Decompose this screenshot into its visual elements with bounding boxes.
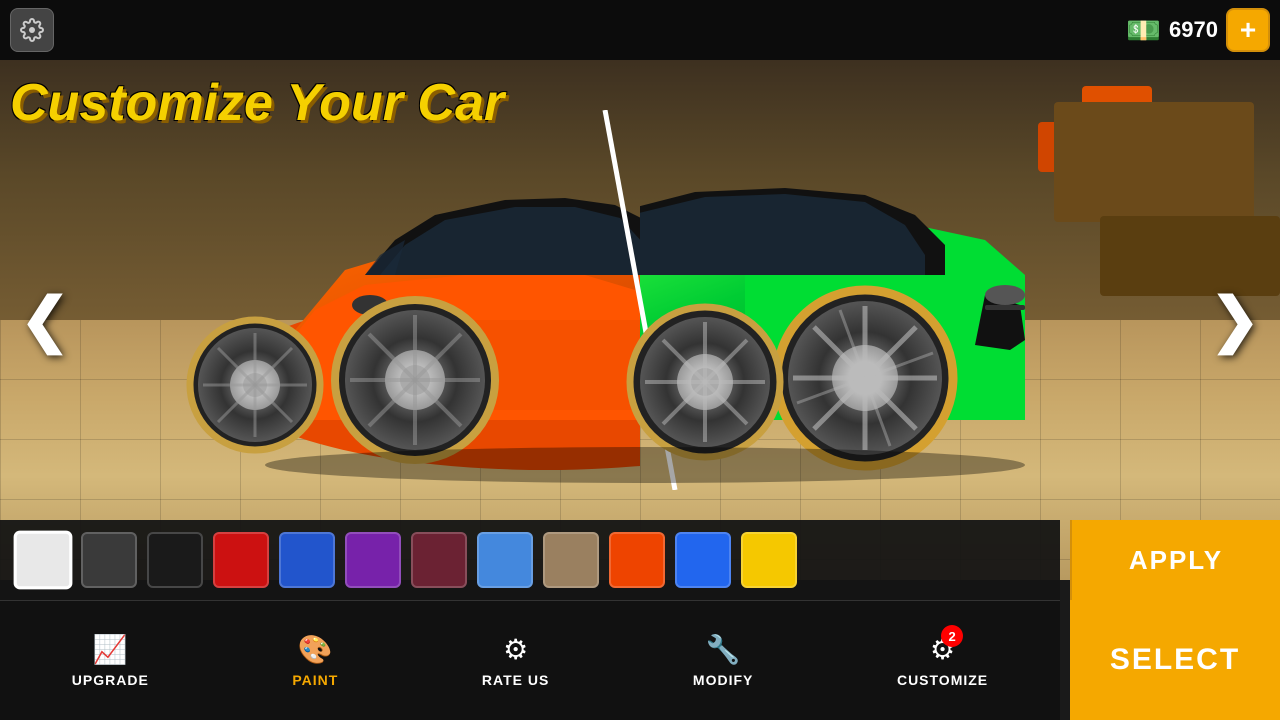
- wheel-right-rear: [630, 307, 780, 457]
- color-swatch-blue[interactable]: [279, 532, 335, 588]
- color-swatch-tan[interactable]: [543, 532, 599, 588]
- color-swatch-cobalt[interactable]: [675, 532, 731, 588]
- next-car-button[interactable]: ❯: [1200, 285, 1270, 355]
- color-swatch-purple[interactable]: [345, 532, 401, 588]
- nav-item-modify[interactable]: 🔧 MODIFY: [678, 623, 768, 698]
- paint-icon: 🎨: [298, 634, 333, 665]
- nav-item-customize[interactable]: ⚙2 CUSTOMIZE: [882, 623, 1003, 698]
- color-swatch-orange[interactable]: [609, 532, 665, 588]
- wheel-right-front: [777, 290, 953, 466]
- nav-icon-wrap-rate-us: ⚙: [503, 633, 528, 666]
- color-swatch-dark-gray[interactable]: [81, 532, 137, 588]
- color-swatch-yellow[interactable]: [741, 532, 797, 588]
- nav-icon-wrap-modify: 🔧: [706, 633, 741, 666]
- garage-table: [1100, 216, 1280, 296]
- prev-car-button[interactable]: ❮: [10, 285, 80, 355]
- left-chevron-icon: ❮: [20, 290, 70, 350]
- color-swatch-light-blue[interactable]: [477, 532, 533, 588]
- right-chevron-icon: ❯: [1210, 290, 1260, 350]
- wheel-left-front: [335, 300, 495, 460]
- modify-icon: 🔧: [706, 634, 741, 665]
- apply-label: APPLY: [1129, 545, 1223, 576]
- nav-label-modify: MODIFY: [693, 672, 753, 688]
- badge-customize: 2: [941, 625, 963, 647]
- car-visualization: [165, 110, 1115, 490]
- select-button[interactable]: SELECT: [1070, 600, 1280, 720]
- gear-icon: [20, 18, 44, 42]
- nav-icon-wrap-paint: 🎨: [298, 633, 333, 666]
- page-title: Customize Your Car: [10, 75, 504, 132]
- nav-item-paint[interactable]: 🎨 PAINT: [277, 623, 353, 698]
- car-display: Customize Your Car: [0, 60, 1280, 580]
- top-bar: 💵 6970 +: [0, 0, 1280, 60]
- wheel-left-rear: [190, 320, 320, 450]
- upgrade-icon: 📈: [93, 634, 128, 665]
- bottom-navigation: 📈 UPGRADE 🎨 PAINT ⚙ RATE US 🔧 MODIFY ⚙2 CUSTOMIZE: [0, 600, 1060, 720]
- color-swatch-black[interactable]: [147, 532, 203, 588]
- color-palette-bar: [0, 520, 1060, 600]
- rate-us-icon: ⚙: [503, 634, 528, 665]
- nav-label-upgrade: UPGRADE: [72, 672, 149, 688]
- color-swatch-white[interactable]: [14, 531, 73, 590]
- color-swatch-dark-red[interactable]: [411, 532, 467, 588]
- color-swatch-red[interactable]: [213, 532, 269, 588]
- currency-area: 💵 6970 +: [1126, 8, 1270, 52]
- nav-label-rate-us: RATE US: [482, 672, 549, 688]
- nav-item-upgrade[interactable]: 📈 UPGRADE: [57, 623, 164, 698]
- add-currency-button[interactable]: +: [1226, 8, 1270, 52]
- money-icon: 💵: [1126, 14, 1161, 47]
- apply-button[interactable]: APPLY: [1070, 520, 1280, 600]
- nav-item-rate-us[interactable]: ⚙ RATE US: [467, 623, 564, 698]
- nav-label-customize: CUSTOMIZE: [897, 672, 988, 688]
- currency-amount: 6970: [1169, 17, 1218, 43]
- nav-label-paint: PAINT: [292, 672, 338, 688]
- nav-icon-wrap-upgrade: 📈: [93, 633, 128, 666]
- nav-icon-wrap-customize: ⚙2: [930, 633, 955, 666]
- select-label: SELECT: [1110, 643, 1240, 677]
- settings-button[interactable]: [10, 8, 54, 52]
